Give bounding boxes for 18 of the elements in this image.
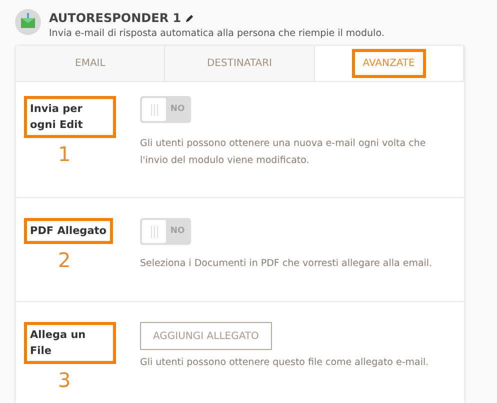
option-description: Seleziona i Documenti in PDF che vorresti allegare alla email.: [140, 257, 434, 271]
option-description: Gli utenti possono ottenere una nuova e-mail ogni volta che l'invio del modulo viene modificato.: [140, 137, 427, 168]
option-label: PDF Allegato: [24, 218, 113, 244]
envelope-icon: [15, 9, 41, 35]
step-number: 2: [58, 248, 71, 272]
step-number: 3: [58, 368, 71, 392]
add-attachment-button[interactable]: AGGIUNGI ALLEGATO: [140, 322, 272, 350]
pencil-icon[interactable]: [185, 14, 194, 22]
toggle-switch[interactable]: NO: [140, 96, 191, 123]
autoresponder-title: AUTORESPONDER 1: [49, 10, 182, 27]
autoresponder-description: Invia e-mail di risposta automatica alla persona che riempie il modulo.: [49, 27, 384, 41]
option-label: Allega un File: [24, 322, 116, 364]
option-description: Gli utenti possono ottenere questo file come allegato e-mail.: [140, 356, 430, 370]
toggle-switch[interactable]: NO: [140, 218, 191, 245]
tab[interactable]: AVANZATE: [314, 46, 464, 81]
step-number: 1: [58, 142, 71, 166]
option-label: Invia per ogni Edit: [24, 96, 116, 138]
tab[interactable]: EMAIL: [16, 46, 166, 81]
